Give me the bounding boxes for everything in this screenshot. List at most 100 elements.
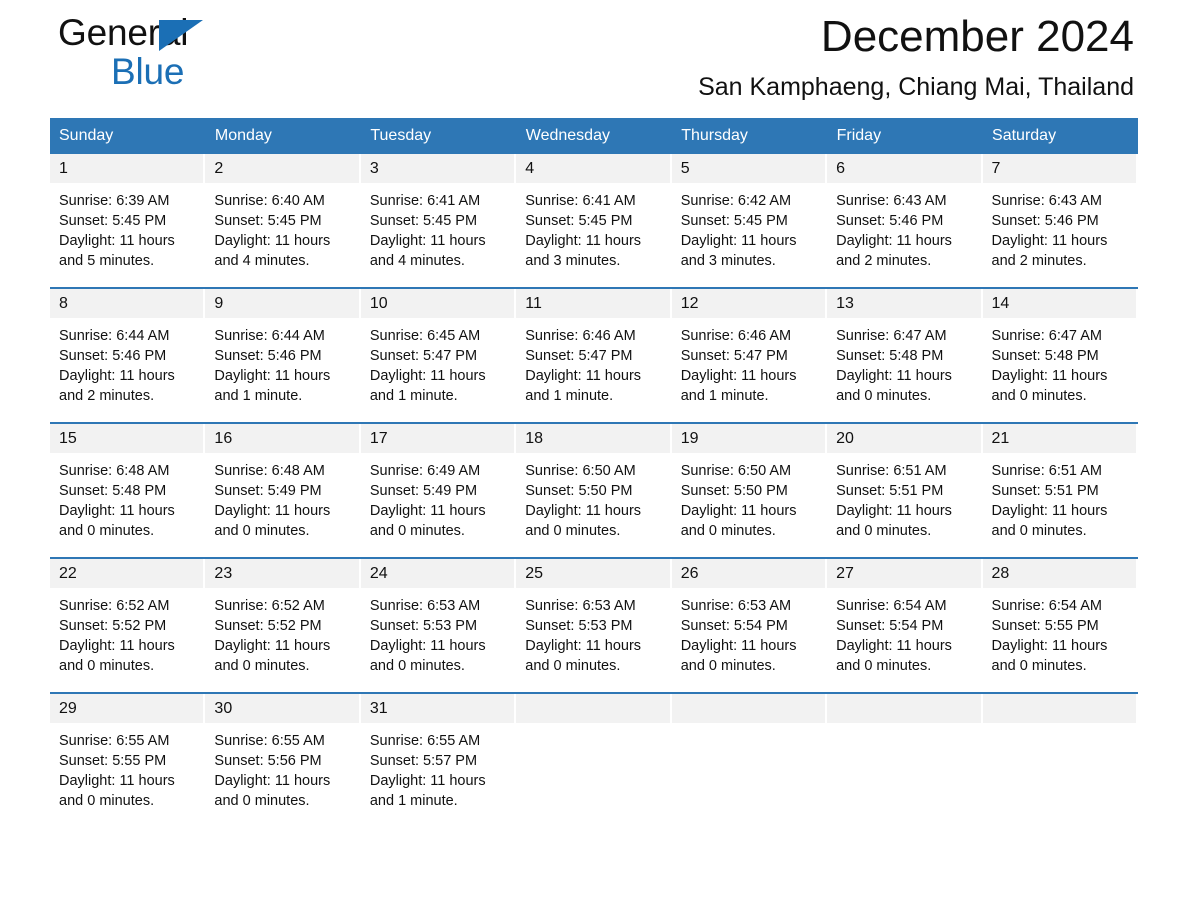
masthead: General Blue December 2024 San Kamphaeng… [50,0,1138,118]
sunrise-text: Sunrise: 6:43 AM [836,193,947,209]
day-cell[interactable]: 4 Sunrise: 6:41 AM Sunset: 5:45 PM Dayli… [516,154,672,288]
day-number: 19 [671,424,828,453]
day-number: 28 [982,559,1138,588]
day-cell[interactable]: 14 Sunrise: 6:47 AM Sunset: 5:48 PM Dayl… [982,287,1138,423]
day-details: Sunrise: 6:55 AM Sunset: 5:56 PM Dayligh… [205,723,360,811]
day-number: 14 [982,289,1138,318]
day-number: 2 [205,154,361,183]
day-number: 15 [50,424,206,453]
sunrise-text: Sunrise: 6:48 AM [214,463,325,479]
daylight-text-line2: and 5 minutes. [59,253,155,269]
daylight-text-line1: Daylight: 11 hours [214,638,331,654]
sunrise-text: Sunrise: 6:55 AM [214,733,325,749]
weekday-header-saturday: Saturday [982,118,1139,154]
day-cell[interactable]: 26 Sunrise: 6:53 AM Sunset: 5:54 PM Dayl… [671,557,828,693]
day-number: 22 [50,559,206,588]
daylight-text-line1: Daylight: 11 hours [369,368,486,384]
day-cell[interactable]: 21 Sunrise: 6:51 AM Sunset: 5:51 PM Dayl… [982,422,1138,558]
day-cell[interactable]: 5 Sunrise: 6:42 AM Sunset: 5:45 PM Dayli… [671,154,828,288]
day-number: 21 [982,424,1138,453]
sunset-text: Sunset: 5:46 PM [59,348,167,364]
day-cell[interactable]: 2 Sunrise: 6:40 AM Sunset: 5:45 PM Dayli… [205,154,361,288]
day-cell[interactable]: 15 Sunrise: 6:48 AM Sunset: 5:48 PM Dayl… [50,422,206,558]
daylight-text-line2: and 0 minutes. [680,523,776,539]
day-details: Sunrise: 6:52 AM Sunset: 5:52 PM Dayligh… [50,588,205,676]
day-cell-empty [671,692,828,827]
day-cell[interactable]: 31 Sunrise: 6:55 AM Sunset: 5:57 PM Dayl… [360,692,517,827]
daylight-text-line1: Daylight: 11 hours [214,233,331,249]
sunset-text: Sunset: 5:51 PM [836,483,944,499]
daylight-text-line2: and 0 minutes. [836,523,932,539]
sunrise-text: Sunrise: 6:54 AM [836,598,947,614]
day-cell[interactable]: 1 Sunrise: 6:39 AM Sunset: 5:45 PM Dayli… [50,154,206,288]
sunset-text: Sunset: 5:45 PM [525,213,633,229]
day-cell[interactable]: 28 Sunrise: 6:54 AM Sunset: 5:55 PM Dayl… [982,557,1138,693]
day-cell[interactable]: 12 Sunrise: 6:46 AM Sunset: 5:47 PM Dayl… [671,287,828,423]
day-details: Sunrise: 6:43 AM Sunset: 5:46 PM Dayligh… [983,183,1138,271]
day-number: 9 [205,289,361,318]
calendar-week-row: 15 Sunrise: 6:48 AM Sunset: 5:48 PM Dayl… [50,422,1138,558]
title-block: December 2024 San Kamphaeng, Chiang Mai,… [698,10,1134,104]
day-cell[interactable]: 9 Sunrise: 6:44 AM Sunset: 5:46 PM Dayli… [205,287,361,423]
daylight-text-line1: Daylight: 11 hours [59,773,175,789]
sunrise-text: Sunrise: 6:41 AM [369,193,481,209]
daylight-text-line2: and 2 minutes. [836,253,932,269]
day-cell[interactable]: 3 Sunrise: 6:41 AM Sunset: 5:45 PM Dayli… [360,154,517,288]
sunset-text: Sunset: 5:51 PM [991,483,1099,499]
daylight-text-line1: Daylight: 11 hours [59,638,175,654]
day-cell[interactable]: 17 Sunrise: 6:49 AM Sunset: 5:49 PM Dayl… [360,422,517,558]
day-cell[interactable]: 10 Sunrise: 6:45 AM Sunset: 5:47 PM Dayl… [360,287,517,423]
day-cell[interactable]: 25 Sunrise: 6:53 AM Sunset: 5:53 PM Dayl… [516,557,672,693]
day-cell[interactable]: 6 Sunrise: 6:43 AM Sunset: 5:46 PM Dayli… [827,154,983,288]
sunrise-text: Sunrise: 6:45 AM [369,328,481,344]
sunrise-text: Sunrise: 6:52 AM [214,598,325,614]
daylight-text-line1: Daylight: 11 hours [369,233,486,249]
day-number [982,694,1138,723]
sunrise-text: Sunrise: 6:46 AM [680,328,792,344]
daylight-text-line1: Daylight: 11 hours [369,503,486,519]
weekday-header-thursday: Thursday [671,118,828,154]
daylight-text-line2: and 3 minutes. [680,253,776,269]
day-cell[interactable]: 24 Sunrise: 6:53 AM Sunset: 5:53 PM Dayl… [360,557,517,693]
day-cell[interactable]: 13 Sunrise: 6:47 AM Sunset: 5:48 PM Dayl… [827,287,983,423]
day-cell[interactable]: 29 Sunrise: 6:55 AM Sunset: 5:55 PM Dayl… [50,692,206,827]
day-number: 3 [360,154,517,183]
day-cell-empty [827,692,983,827]
day-details [827,723,982,731]
day-number: 29 [50,694,206,723]
day-cell[interactable]: 11 Sunrise: 6:46 AM Sunset: 5:47 PM Dayl… [516,287,672,423]
day-cell[interactable]: 18 Sunrise: 6:50 AM Sunset: 5:50 PM Dayl… [516,422,672,558]
sunrise-text: Sunrise: 6:39 AM [59,193,170,209]
day-cell[interactable]: 23 Sunrise: 6:52 AM Sunset: 5:52 PM Dayl… [205,557,361,693]
sunrise-text: Sunrise: 6:47 AM [836,328,947,344]
day-number: 4 [516,154,672,183]
day-cell[interactable]: 27 Sunrise: 6:54 AM Sunset: 5:54 PM Dayl… [827,557,983,693]
day-cell-empty [982,692,1138,827]
day-details [672,723,827,731]
day-cell-empty [516,692,672,827]
day-number: 31 [360,694,517,723]
day-cell[interactable]: 8 Sunrise: 6:44 AM Sunset: 5:46 PM Dayli… [50,287,206,423]
day-cell[interactable]: 16 Sunrise: 6:48 AM Sunset: 5:49 PM Dayl… [205,422,361,558]
sunset-text: Sunset: 5:48 PM [59,483,167,499]
day-cell[interactable]: 30 Sunrise: 6:55 AM Sunset: 5:56 PM Dayl… [205,692,361,827]
daylight-text-line2: and 4 minutes. [369,253,465,269]
sunrise-text: Sunrise: 6:54 AM [991,598,1102,614]
day-number [516,694,672,723]
day-number: 7 [982,154,1138,183]
sunset-text: Sunset: 5:55 PM [991,618,1099,634]
calendar-header-row: Sunday Monday Tuesday Wednesday Thursday… [50,118,1139,154]
day-cell[interactable]: 20 Sunrise: 6:51 AM Sunset: 5:51 PM Dayl… [827,422,983,558]
daylight-text-line2: and 0 minutes. [680,658,776,674]
sunset-text: Sunset: 5:57 PM [369,753,478,769]
day-details: Sunrise: 6:51 AM Sunset: 5:51 PM Dayligh… [827,453,982,541]
day-number: 5 [671,154,828,183]
day-number: 12 [671,289,828,318]
day-cell[interactable]: 22 Sunrise: 6:52 AM Sunset: 5:52 PM Dayl… [50,557,206,693]
sunrise-text: Sunrise: 6:53 AM [525,598,636,614]
day-cell[interactable]: 7 Sunrise: 6:43 AM Sunset: 5:46 PM Dayli… [982,154,1138,288]
calendar-page: General Blue December 2024 San Kamphaeng… [0,0,1188,918]
sunset-text: Sunset: 5:53 PM [369,618,478,634]
day-cell[interactable]: 19 Sunrise: 6:50 AM Sunset: 5:50 PM Dayl… [671,422,828,558]
day-number: 8 [50,289,206,318]
